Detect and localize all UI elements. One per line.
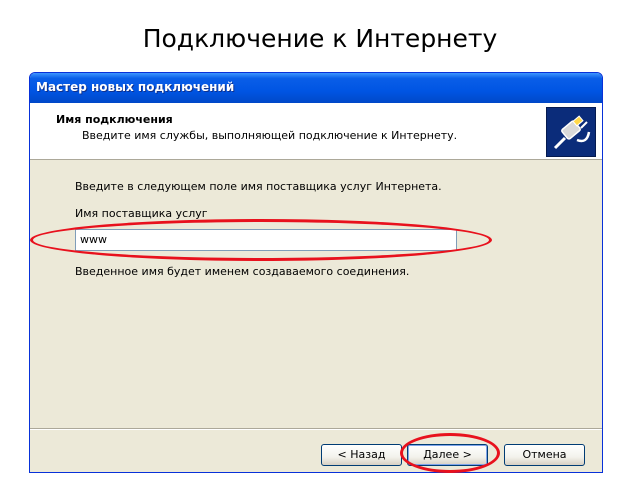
instruction-text: Введите в следующем поле имя поставщика … (75, 180, 442, 193)
window-title: Мастер новых подключений (36, 80, 235, 94)
isp-name-input[interactable]: www (75, 229, 457, 251)
isp-name-label: Имя поставщика услуг (75, 207, 208, 220)
cancel-button[interactable]: Отмена (504, 444, 585, 466)
slide-title: Подключение к Интернету (142, 24, 498, 53)
wizard-header: Имя подключения Введите имя службы, выпо… (30, 103, 602, 160)
header-title: Имя подключения (56, 113, 173, 126)
wizard-window: Мастер новых подключений Имя подключения… (29, 72, 603, 473)
next-button[interactable]: Далее > (407, 444, 488, 466)
back-button[interactable]: < Назад (321, 444, 402, 466)
footer-separator (30, 428, 602, 430)
note-text: Введенное имя будет именем создаваемого … (75, 265, 410, 278)
network-cable-icon (546, 107, 596, 157)
header-subtitle: Введите имя службы, выполняющей подключе… (82, 129, 458, 142)
window-titlebar[interactable]: Мастер новых подключений (30, 73, 602, 103)
